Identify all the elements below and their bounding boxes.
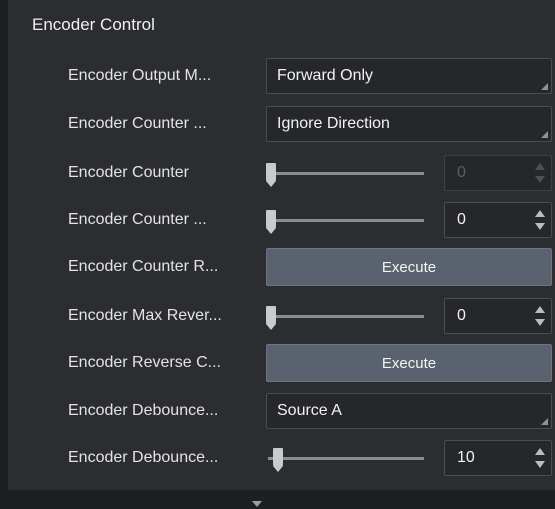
slider-thumb[interactable] bbox=[266, 210, 276, 234]
slider-track bbox=[268, 219, 424, 222]
row-encoder-output-mode: Encoder Output M... Forward Only bbox=[8, 54, 555, 98]
chevron-up-icon[interactable] bbox=[535, 306, 545, 313]
row-encoder-debounce-source: Encoder Debounce... Source A bbox=[8, 389, 555, 433]
select-value: Ignore Direction bbox=[277, 115, 390, 132]
row-label: Encoder Counter ... bbox=[68, 115, 207, 132]
row-label: Encoder Counter ... bbox=[68, 211, 207, 228]
encoder-max-reverse-slider[interactable] bbox=[266, 298, 424, 334]
select-value: Source A bbox=[277, 402, 342, 419]
row-encoder-max-reverse: Encoder Max Rever... 0 bbox=[8, 294, 555, 338]
chevron-up-icon[interactable] bbox=[535, 163, 545, 170]
slider-track bbox=[268, 172, 424, 175]
encoder-debounce-source-select[interactable]: Source A bbox=[266, 393, 552, 429]
spinbox-value: 0 bbox=[457, 307, 466, 324]
encoder-counter-mode-select[interactable]: Ignore Direction bbox=[266, 106, 552, 142]
row-encoder-counter: Encoder Counter 0 bbox=[8, 151, 555, 195]
spinbox-value: 0 bbox=[457, 211, 466, 228]
encoder-max-reverse-spinbox[interactable]: 0 bbox=[444, 298, 552, 334]
encoder-counter-reset-execute-button[interactable]: Execute bbox=[266, 248, 552, 286]
row-encoder-counter-reset: Encoder Counter R... Execute bbox=[8, 245, 555, 289]
slider-track bbox=[268, 315, 424, 318]
slider-track bbox=[268, 457, 424, 460]
chevron-down-icon[interactable] bbox=[535, 176, 545, 183]
row-label: Encoder Debounce... bbox=[68, 402, 219, 419]
chevron-down-icon[interactable] bbox=[252, 501, 262, 507]
chevron-down-icon[interactable] bbox=[535, 461, 545, 468]
encoder-debounce-time-spinbox[interactable]: 10 bbox=[444, 440, 552, 476]
encoder-reverse-counter-execute-button[interactable]: Execute bbox=[266, 344, 552, 382]
row-label: Encoder Max Rever... bbox=[68, 307, 222, 324]
resize-corner-icon bbox=[541, 83, 548, 90]
row-label: Encoder Counter R... bbox=[68, 258, 219, 275]
encoder-output-mode-select[interactable]: Forward Only bbox=[266, 58, 552, 94]
slider-thumb[interactable] bbox=[266, 163, 276, 187]
select-value: Forward Only bbox=[277, 67, 374, 84]
chevron-up-icon[interactable] bbox=[535, 448, 545, 455]
encoder-counter-max-spinbox[interactable]: 0 bbox=[444, 202, 552, 238]
row-label: Encoder Debounce... bbox=[68, 449, 219, 466]
chevron-down-icon[interactable] bbox=[535, 319, 545, 326]
row-label: Encoder Counter bbox=[68, 164, 189, 181]
resize-corner-icon bbox=[541, 418, 548, 425]
encoder-counter-max-slider[interactable] bbox=[266, 202, 424, 238]
section-title: Encoder Control bbox=[32, 15, 155, 34]
row-label: Encoder Output M... bbox=[68, 67, 212, 84]
resize-corner-icon bbox=[541, 131, 548, 138]
row-encoder-counter-max: Encoder Counter ... 0 bbox=[8, 198, 555, 242]
encoder-counter-spinbox[interactable]: 0 bbox=[444, 155, 552, 191]
row-label: Encoder Reverse C... bbox=[68, 354, 221, 371]
slider-thumb[interactable] bbox=[266, 306, 276, 330]
row-encoder-counter-mode: Encoder Counter ... Ignore Direction bbox=[8, 102, 555, 146]
spinbox-value: 0 bbox=[457, 164, 466, 181]
slider-thumb[interactable] bbox=[273, 448, 283, 472]
chevron-down-icon[interactable] bbox=[535, 223, 545, 230]
row-encoder-debounce-time: Encoder Debounce... 10 bbox=[8, 436, 555, 480]
row-encoder-reverse-counter: Encoder Reverse C... Execute bbox=[8, 341, 555, 385]
spinbox-value: 10 bbox=[457, 449, 475, 466]
encoder-debounce-time-slider[interactable] bbox=[266, 440, 424, 476]
chevron-up-icon[interactable] bbox=[535, 210, 545, 217]
encoder-counter-slider[interactable] bbox=[266, 155, 424, 191]
encoder-control-panel: Encoder Control Encoder Output M... Forw… bbox=[8, 0, 555, 490]
